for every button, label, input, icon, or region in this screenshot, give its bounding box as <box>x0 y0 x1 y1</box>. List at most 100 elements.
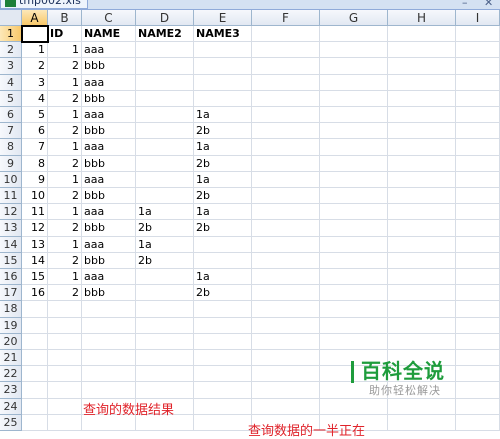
cell-h9[interactable] <box>388 155 456 172</box>
cell-i19[interactable] <box>456 317 500 334</box>
cell-i11[interactable] <box>456 188 500 205</box>
row-header-11[interactable]: 11 <box>0 188 22 205</box>
cell-h7[interactable] <box>388 123 456 140</box>
cell-e11[interactable]: 2b <box>194 188 252 205</box>
row-header-7[interactable]: 7 <box>0 123 22 140</box>
cell-e20[interactable] <box>194 333 252 350</box>
cell-d3[interactable] <box>136 58 194 75</box>
cell-e10[interactable]: 1a <box>194 171 252 188</box>
cell-b7[interactable]: 2 <box>48 123 82 140</box>
cell-g15[interactable] <box>320 252 388 269</box>
cell-i15[interactable] <box>456 252 500 269</box>
cell-c6[interactable]: aaa <box>82 107 136 124</box>
cell-d1[interactable]: NAME2 <box>136 26 194 43</box>
column-header-c[interactable]: C <box>82 10 136 26</box>
cell-d15[interactable]: 2b <box>136 252 194 269</box>
cell-f18[interactable] <box>252 301 320 318</box>
cell-e25[interactable] <box>194 414 252 431</box>
cell-b3[interactable]: 2 <box>48 58 82 75</box>
cell-b13[interactable]: 2 <box>48 220 82 237</box>
row-header-23[interactable]: 23 <box>0 382 22 399</box>
select-all-corner[interactable] <box>0 10 22 26</box>
cell-d22[interactable] <box>136 366 194 383</box>
cell-d14[interactable]: 1a <box>136 236 194 253</box>
cell-h14[interactable] <box>388 236 456 253</box>
row-header-5[interactable]: 5 <box>0 90 22 107</box>
row-header-13[interactable]: 13 <box>0 220 22 237</box>
cell-i17[interactable] <box>456 285 500 302</box>
cell-e7[interactable]: 2b <box>194 123 252 140</box>
cell-i13[interactable] <box>456 220 500 237</box>
cell-d4[interactable] <box>136 74 194 91</box>
cell-f15[interactable] <box>252 252 320 269</box>
row-header-4[interactable]: 4 <box>0 74 22 91</box>
cell-i3[interactable] <box>456 58 500 75</box>
cell-a24[interactable] <box>22 398 48 415</box>
cell-c4[interactable]: aaa <box>82 74 136 91</box>
cell-f8[interactable] <box>252 139 320 156</box>
row-header-17[interactable]: 17 <box>0 285 22 302</box>
cell-e19[interactable] <box>194 317 252 334</box>
cell-c15[interactable]: bbb <box>82 252 136 269</box>
cell-b10[interactable]: 1 <box>48 171 82 188</box>
column-header-i[interactable]: I <box>456 10 500 26</box>
cell-g12[interactable] <box>320 204 388 221</box>
cell-g19[interactable] <box>320 317 388 334</box>
cell-c20[interactable] <box>82 333 136 350</box>
cell-b6[interactable]: 1 <box>48 107 82 124</box>
cell-i12[interactable] <box>456 204 500 221</box>
cell-i9[interactable] <box>456 155 500 172</box>
cell-c10[interactable]: aaa <box>82 171 136 188</box>
cell-c22[interactable] <box>82 366 136 383</box>
cell-h12[interactable] <box>388 204 456 221</box>
cell-a9[interactable]: 8 <box>22 155 48 172</box>
cell-i1[interactable] <box>456 26 500 43</box>
cell-d2[interactable] <box>136 42 194 59</box>
column-header-e[interactable]: E <box>194 10 252 26</box>
column-header-g[interactable]: G <box>320 10 388 26</box>
cell-i10[interactable] <box>456 171 500 188</box>
cell-h20[interactable] <box>388 333 456 350</box>
close-button[interactable]: ✕ <box>484 0 493 9</box>
cell-e14[interactable] <box>194 236 252 253</box>
cell-b11[interactable]: 2 <box>48 188 82 205</box>
cell-e24[interactable] <box>194 398 252 415</box>
cell-g2[interactable] <box>320 42 388 59</box>
cell-b25[interactable] <box>48 414 82 431</box>
cell-c21[interactable] <box>82 350 136 367</box>
cell-c18[interactable] <box>82 301 136 318</box>
cell-b18[interactable] <box>48 301 82 318</box>
cell-a14[interactable]: 13 <box>22 236 48 253</box>
cell-e9[interactable]: 2b <box>194 155 252 172</box>
cell-f21[interactable] <box>252 350 320 367</box>
cell-a2[interactable]: 1 <box>22 42 48 59</box>
cell-a23[interactable] <box>22 382 48 399</box>
cell-a4[interactable]: 3 <box>22 74 48 91</box>
cell-h19[interactable] <box>388 317 456 334</box>
cell-f9[interactable] <box>252 155 320 172</box>
row-header-10[interactable]: 10 <box>0 171 22 188</box>
cell-a3[interactable]: 2 <box>22 58 48 75</box>
row-header-6[interactable]: 6 <box>0 107 22 124</box>
cell-a12[interactable]: 11 <box>22 204 48 221</box>
cell-e22[interactable] <box>194 366 252 383</box>
cell-a22[interactable] <box>22 366 48 383</box>
cell-g13[interactable] <box>320 220 388 237</box>
cell-h25[interactable] <box>388 414 456 431</box>
cell-f7[interactable] <box>252 123 320 140</box>
cell-i18[interactable] <box>456 301 500 318</box>
cell-d21[interactable] <box>136 350 194 367</box>
cell-f13[interactable] <box>252 220 320 237</box>
cell-d13[interactable]: 2b <box>136 220 194 237</box>
cell-b24[interactable] <box>48 398 82 415</box>
cell-a5[interactable]: 4 <box>22 90 48 107</box>
cell-i5[interactable] <box>456 90 500 107</box>
cell-f2[interactable] <box>252 42 320 59</box>
row-header-16[interactable]: 16 <box>0 269 22 286</box>
cell-c19[interactable] <box>82 317 136 334</box>
cell-e16[interactable]: 1a <box>194 269 252 286</box>
cell-e23[interactable] <box>194 382 252 399</box>
row-header-1[interactable]: 1 <box>0 26 22 43</box>
cell-a16[interactable]: 15 <box>22 269 48 286</box>
cell-d9[interactable] <box>136 155 194 172</box>
